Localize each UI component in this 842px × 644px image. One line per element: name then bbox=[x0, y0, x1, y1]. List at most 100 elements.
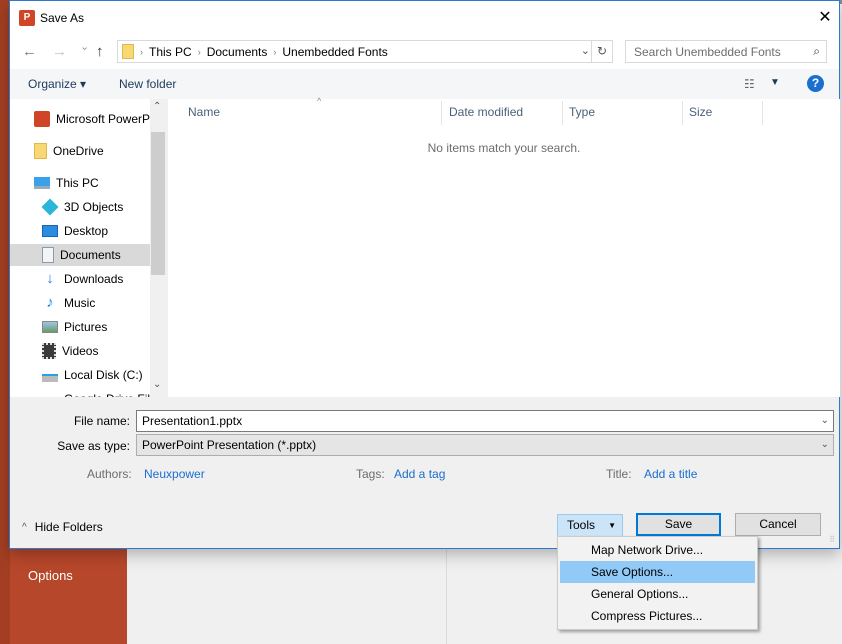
command-toolbar: Organize ▾ New folder ☷ ▼ ? bbox=[10, 69, 839, 99]
up-button[interactable]: ↑ bbox=[96, 43, 104, 60]
nav-pane-scrollbar[interactable]: ⌃ ⌄ bbox=[150, 99, 166, 397]
sidebar-item-label: Documents bbox=[60, 248, 121, 262]
column-header-date-modified[interactable]: Date modified bbox=[449, 105, 523, 119]
sidebar-item-local-disk[interactable]: Local Disk (C:) bbox=[10, 364, 150, 386]
chevron-down-icon[interactable]: ⌄ bbox=[821, 411, 829, 431]
title-value[interactable]: Add a title bbox=[644, 467, 697, 481]
sidebar-item-desktop[interactable]: Desktop bbox=[10, 220, 150, 242]
sidebar-item-onedrive[interactable]: OneDrive bbox=[10, 140, 150, 162]
folder-icon bbox=[34, 143, 47, 159]
tools-menu: Map Network Drive... Save Options... Gen… bbox=[557, 536, 758, 630]
authors-value[interactable]: Neuxpower bbox=[144, 467, 205, 481]
search-box: ⌕ bbox=[625, 40, 827, 63]
file-name-value: Presentation1.pptx bbox=[142, 414, 243, 428]
sidebar-item-label: OneDrive bbox=[53, 144, 104, 158]
save-as-dialog: P Save As ✕ ← → ⌄ ↑ › This PC › Document… bbox=[9, 0, 840, 549]
breadcrumb-separator: › bbox=[273, 47, 277, 57]
chevron-down-icon[interactable]: ⌄ bbox=[821, 435, 829, 455]
column-header-size[interactable]: Size bbox=[689, 105, 712, 119]
search-input[interactable] bbox=[626, 41, 796, 62]
view-options-icon[interactable]: ☷ bbox=[744, 77, 755, 91]
backstage-divider bbox=[446, 548, 447, 644]
hide-folders-label: Hide Folders bbox=[34, 520, 103, 534]
documents-icon bbox=[42, 247, 54, 263]
menu-item-compress-pictures[interactable]: Compress Pictures... bbox=[560, 605, 755, 627]
sidebar-item-label: This PC bbox=[56, 176, 99, 190]
sidebar-item-powerpoint[interactable]: Microsoft PowerP bbox=[10, 108, 150, 130]
videos-icon bbox=[42, 343, 56, 359]
cancel-button[interactable]: Cancel bbox=[735, 513, 821, 536]
sidebar-item-downloads[interactable]: ↓ Downloads bbox=[10, 268, 150, 290]
help-icon[interactable]: ? bbox=[807, 75, 824, 92]
sidebar-item-videos[interactable]: Videos bbox=[10, 340, 150, 362]
title-label: Title: bbox=[606, 467, 632, 481]
file-name-input[interactable]: Presentation1.pptx ⌄ bbox=[136, 410, 834, 432]
refresh-icon[interactable]: ↻ bbox=[591, 41, 612, 62]
tools-label: Tools bbox=[567, 518, 596, 532]
column-header-type[interactable]: Type bbox=[569, 105, 595, 119]
scroll-up-icon[interactable]: ⌃ bbox=[153, 101, 161, 112]
chevron-up-icon: ^ bbox=[22, 521, 27, 533]
powerpoint-icon bbox=[34, 111, 50, 127]
file-name-label: File name: bbox=[73, 414, 130, 428]
sidebar-item-label: Desktop bbox=[64, 224, 109, 238]
save-type-select[interactable]: PowerPoint Presentation (*.pptx) ⌄ bbox=[136, 434, 834, 456]
save-button[interactable]: Save bbox=[636, 513, 721, 536]
backstage-options-item[interactable]: Options bbox=[28, 568, 73, 583]
column-divider[interactable] bbox=[562, 101, 563, 125]
tools-button[interactable]: Tools ▼ bbox=[557, 514, 623, 537]
menu-item-general-options[interactable]: General Options... bbox=[560, 583, 755, 605]
menu-item-map-network-drive[interactable]: Map Network Drive... bbox=[560, 539, 755, 561]
sidebar-item-label: Music bbox=[64, 296, 96, 310]
sidebar-item-3d-objects[interactable]: 3D Objects bbox=[10, 196, 150, 218]
address-dropdown-icon[interactable]: ⌄ bbox=[581, 44, 590, 57]
tools-dropdown-icon: ▼ bbox=[608, 521, 616, 530]
sidebar-item-label: Videos bbox=[62, 344, 99, 358]
sidebar-item-documents[interactable]: Documents bbox=[10, 244, 150, 266]
music-icon: ♪ bbox=[46, 294, 54, 311]
column-header-name[interactable]: Name bbox=[188, 105, 220, 119]
organize-button[interactable]: Organize ▾ bbox=[28, 77, 86, 91]
sidebar-item-label: Downloads bbox=[64, 272, 124, 286]
breadcrumb-this-pc[interactable]: This PC bbox=[149, 45, 192, 59]
download-icon: ↓ bbox=[46, 270, 54, 287]
save-type-value: PowerPoint Presentation (*.pptx) bbox=[142, 438, 317, 452]
sidebar-item-label: Microsoft PowerP bbox=[56, 112, 150, 126]
authors-label: Authors: bbox=[87, 467, 132, 481]
address-bar[interactable]: › This PC › Documents › Unembedded Fonts… bbox=[117, 40, 613, 63]
dialog-title: Save As bbox=[40, 11, 85, 25]
search-icon[interactable]: ⌕ bbox=[813, 44, 820, 59]
scroll-down-icon[interactable]: ⌄ bbox=[153, 379, 161, 390]
scroll-thumb[interactable] bbox=[151, 132, 165, 275]
drive-icon bbox=[42, 391, 58, 397]
file-list: ^ Name Date modified Type Size No items … bbox=[168, 96, 840, 397]
sidebar-item-google-drive[interactable]: Google Drive File bbox=[10, 388, 150, 397]
tags-value[interactable]: Add a tag bbox=[394, 467, 445, 481]
computer-icon bbox=[34, 177, 50, 189]
sidebar-item-this-pc[interactable]: This PC bbox=[10, 172, 150, 194]
drive-icon bbox=[42, 374, 58, 382]
cube-icon bbox=[41, 198, 59, 216]
tags-label: Tags: bbox=[356, 467, 385, 481]
column-divider[interactable] bbox=[682, 101, 683, 125]
view-dropdown-icon[interactable]: ▼ bbox=[770, 77, 780, 88]
resize-grip[interactable]: ⠿ bbox=[829, 535, 835, 544]
back-button[interactable]: ← bbox=[22, 43, 37, 60]
sidebar-item-pictures[interactable]: Pictures bbox=[10, 316, 150, 338]
breadcrumb-separator: › bbox=[197, 47, 201, 57]
sidebar-item-label: Google Drive File bbox=[64, 392, 150, 397]
sidebar-item-label: Local Disk (C:) bbox=[64, 368, 143, 382]
column-divider[interactable] bbox=[762, 101, 763, 125]
close-button[interactable]: ✕ bbox=[811, 1, 839, 35]
folder-icon bbox=[122, 44, 134, 59]
sidebar-item-music[interactable]: ♪ Music bbox=[10, 292, 150, 314]
breadcrumb-unembedded-fonts[interactable]: Unembedded Fonts bbox=[282, 45, 387, 59]
menu-item-save-options[interactable]: Save Options... bbox=[560, 561, 755, 583]
hide-folders-button[interactable]: ^ Hide Folders bbox=[22, 520, 103, 534]
pictures-icon bbox=[42, 321, 58, 333]
recent-locations-button[interactable]: ⌄ bbox=[80, 40, 89, 53]
breadcrumb-documents[interactable]: Documents bbox=[207, 45, 268, 59]
forward-button[interactable]: → bbox=[52, 43, 67, 60]
new-folder-button[interactable]: New folder bbox=[119, 77, 176, 91]
column-divider[interactable] bbox=[441, 101, 442, 125]
